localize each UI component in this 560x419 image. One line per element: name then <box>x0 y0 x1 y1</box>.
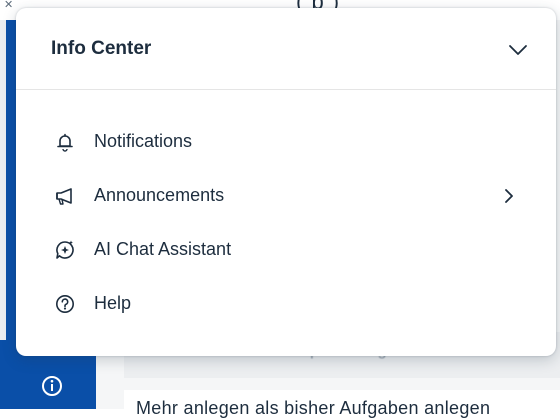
menu-item-notifications[interactable]: Notifications <box>16 116 556 170</box>
info-center-popover: Info Center Notifications Announcements … <box>16 8 556 356</box>
info-center-rail-button[interactable] <box>40 374 64 398</box>
info-center-header: Info Center <box>16 8 556 90</box>
menu-item-label: Notifications <box>94 131 193 151</box>
megaphone-icon <box>54 185 76 207</box>
info-center-title: Info Center <box>51 38 152 59</box>
menu-item-label: Announcements <box>94 185 225 205</box>
menu-item-label: AI Chat Assistant <box>94 239 232 259</box>
chevron-right-icon <box>500 186 518 206</box>
menu-item-label: Help <box>94 293 132 313</box>
chevron-down-icon <box>509 45 527 55</box>
bell-icon <box>54 131 76 153</box>
help-icon <box>54 293 76 315</box>
menu-item-help[interactable]: Help <box>16 278 556 332</box>
menu-item-announcements[interactable]: Announcements <box>16 170 556 224</box>
ai-chat-icon <box>54 239 76 261</box>
rail-highlight <box>0 10 6 340</box>
menu-item-ai-chat-assistant[interactable]: AI Chat Assistant <box>16 224 556 278</box>
close-small-icon[interactable]: ✕ <box>4 0 13 11</box>
info-icon <box>42 376 62 396</box>
info-center-menu: Notifications Announcements AI Chat Assi… <box>16 116 556 332</box>
collapse-button[interactable] <box>504 38 532 62</box>
